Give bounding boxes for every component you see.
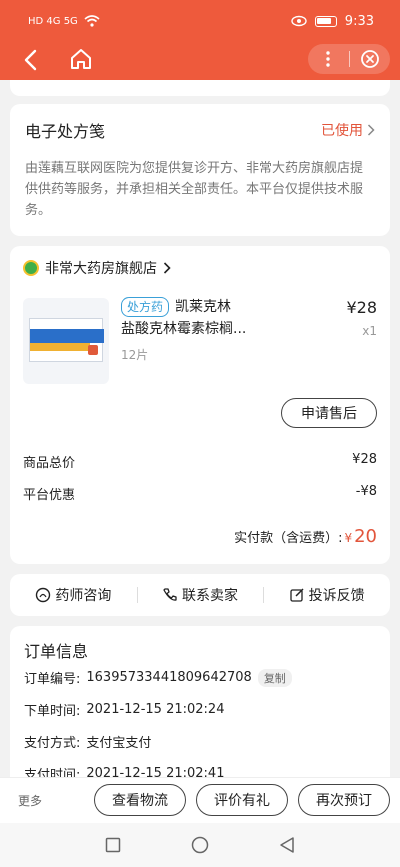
product-name-line2: 盐酸克林霉素棕榈... [121,321,247,337]
contact-seller-button[interactable]: 联系卖家 [136,585,264,605]
close-circle-icon [360,50,379,68]
discount-value: -¥8 [355,484,377,499]
order-time-label: 下单时间: [24,704,81,719]
pay-method-row: 支付方式: 支付宝支付 [24,732,151,751]
shop-card: 非常大药房旗舰店 处方药 凯莱克林 盐酸克林霉素棕榈... 12片 ¥28 x1 … [10,246,390,564]
bottom-action-bar: 更多 查看物流 评价有礼 再次预订 [0,777,400,823]
signal-indicators: HD 4G 5G [28,15,100,27]
back-button[interactable] [16,46,44,74]
pay-method-value: 支付宝支付 [86,736,152,751]
total-price-row: 商品总价 ¥28 [23,452,377,471]
product-quantity: x1 [362,324,377,338]
chevron-right-icon [163,262,171,274]
system-navigation-bar [0,823,400,867]
home-circle-icon[interactable] [191,836,209,854]
actual-payment-value: 20 [354,526,377,547]
total-price-value: ¥28 [352,452,377,467]
back-triangle-icon[interactable] [279,836,295,854]
pay-time-row: 支付时间: 2021-12-15 21:02:41 [24,764,224,777]
order-info-title: 订单信息 [24,642,89,661]
prescription-header: 电子处方笺 已使用 [25,118,375,142]
network-text: HD 4G 5G [28,15,78,27]
service-actions: 药师咨询 联系卖家 投诉反馈 [10,574,390,616]
contact-seller-label: 联系卖家 [182,588,238,604]
eye-icon [291,15,307,27]
chevron-right-icon [367,124,375,136]
address-card-partial [10,80,390,96]
discount-label: 平台优惠 [23,488,76,503]
close-button[interactable] [350,44,391,74]
prescription-description: 由莲藕互联网医院为您提供复诊开方、非常大药房旗舰店提供供药等服务，并承担相关全部… [25,161,364,218]
pharmacist-consult-label: 药师咨询 [55,588,112,604]
prescription-status: 已使用 [321,123,363,139]
reorder-button[interactable]: 再次预订 [298,784,390,816]
more-dots-icon [326,51,330,67]
product-price: ¥28 [346,298,377,317]
order-number-label: 订单编号: [24,672,81,687]
order-number-row: 订单编号: 16395733441809642708 复制 [24,668,292,687]
product-name[interactable]: 处方药 凯莱克林 盐酸克林霉素棕榈... [121,296,331,340]
price-symbol: ¥ [346,298,357,317]
actual-payment-row: 实付款（含运费）: ¥ 20 [234,526,377,547]
prescription-drug-tag: 处方药 [121,297,170,317]
home-icon [71,49,91,69]
prescription-card: 电子处方笺 已使用 由莲藕互联网医院为您提供复诊开方、非常大药房旗舰店提供供药等… [10,104,390,236]
actual-payment-symbol: ¥ [344,531,353,545]
medicine-box-graphic [29,318,104,362]
top-bar: HD 4G 5G 9:33 [0,0,400,80]
product-image[interactable] [23,298,109,384]
complaint-label: 投诉反馈 [308,588,365,604]
recent-apps-icon[interactable] [105,837,121,853]
edit-icon [290,588,304,602]
order-number-value: 16395733441809642708 [86,670,252,685]
status-bar: HD 4G 5G 9:33 [0,0,400,42]
review-reward-button[interactable]: 评价有礼 [196,784,288,816]
status-right: 9:33 [291,14,374,29]
battery-icon [314,15,337,27]
total-price-label: 商品总价 [23,456,76,471]
mini-program-capsule [308,44,390,74]
prescription-title: 电子处方笺 [25,122,106,141]
order-detail-scroll[interactable]: 电子处方笺 已使用 由莲藕互联网医院为您提供复诊开方、非常大药房旗舰店提供供药等… [0,80,400,777]
phone-icon [163,588,177,601]
complaint-button[interactable]: 投诉反馈 [263,585,390,605]
shop-name: 非常大药房旗舰店 [45,261,157,277]
shop-header[interactable]: 非常大药房旗舰店 [23,258,171,278]
copy-order-number-button[interactable]: 复制 [257,668,292,687]
order-info-card: 订单信息 订单编号: 16395733441809642708 复制 下单时间:… [10,626,390,777]
order-time-row: 下单时间: 2021-12-15 21:02:24 [24,700,224,719]
shop-logo-icon [23,260,39,276]
pay-method-label: 支付方式: [24,736,81,751]
more-options-button[interactable] [308,44,349,74]
price-value: 28 [356,298,377,317]
order-time-value: 2021-12-15 21:02:24 [86,702,225,717]
wifi-icon [84,15,100,27]
clock: 9:33 [344,13,374,29]
pharmacist-consult-button[interactable]: 药师咨询 [10,585,137,605]
apply-after-sale-button[interactable]: 申请售后 [281,398,377,428]
more-button[interactable]: 更多 [18,792,42,809]
back-arrow-icon [24,49,37,71]
pay-time-value: 2021-12-15 21:02:41 [86,766,225,777]
product-spec: 12片 [121,348,149,362]
nav-bar [0,42,400,80]
actual-payment-label: 实付款（含运费）: [234,531,343,546]
discount-row: 平台优惠 -¥8 [23,484,377,503]
view-logistics-button[interactable]: 查看物流 [94,784,186,816]
chat-bubble-icon [36,587,51,603]
prescription-status-link[interactable]: 已使用 [321,120,375,140]
pay-time-label: 支付时间: [24,768,81,777]
product-name-line1: 凯莱克林 [175,299,232,315]
home-button[interactable] [66,44,96,74]
